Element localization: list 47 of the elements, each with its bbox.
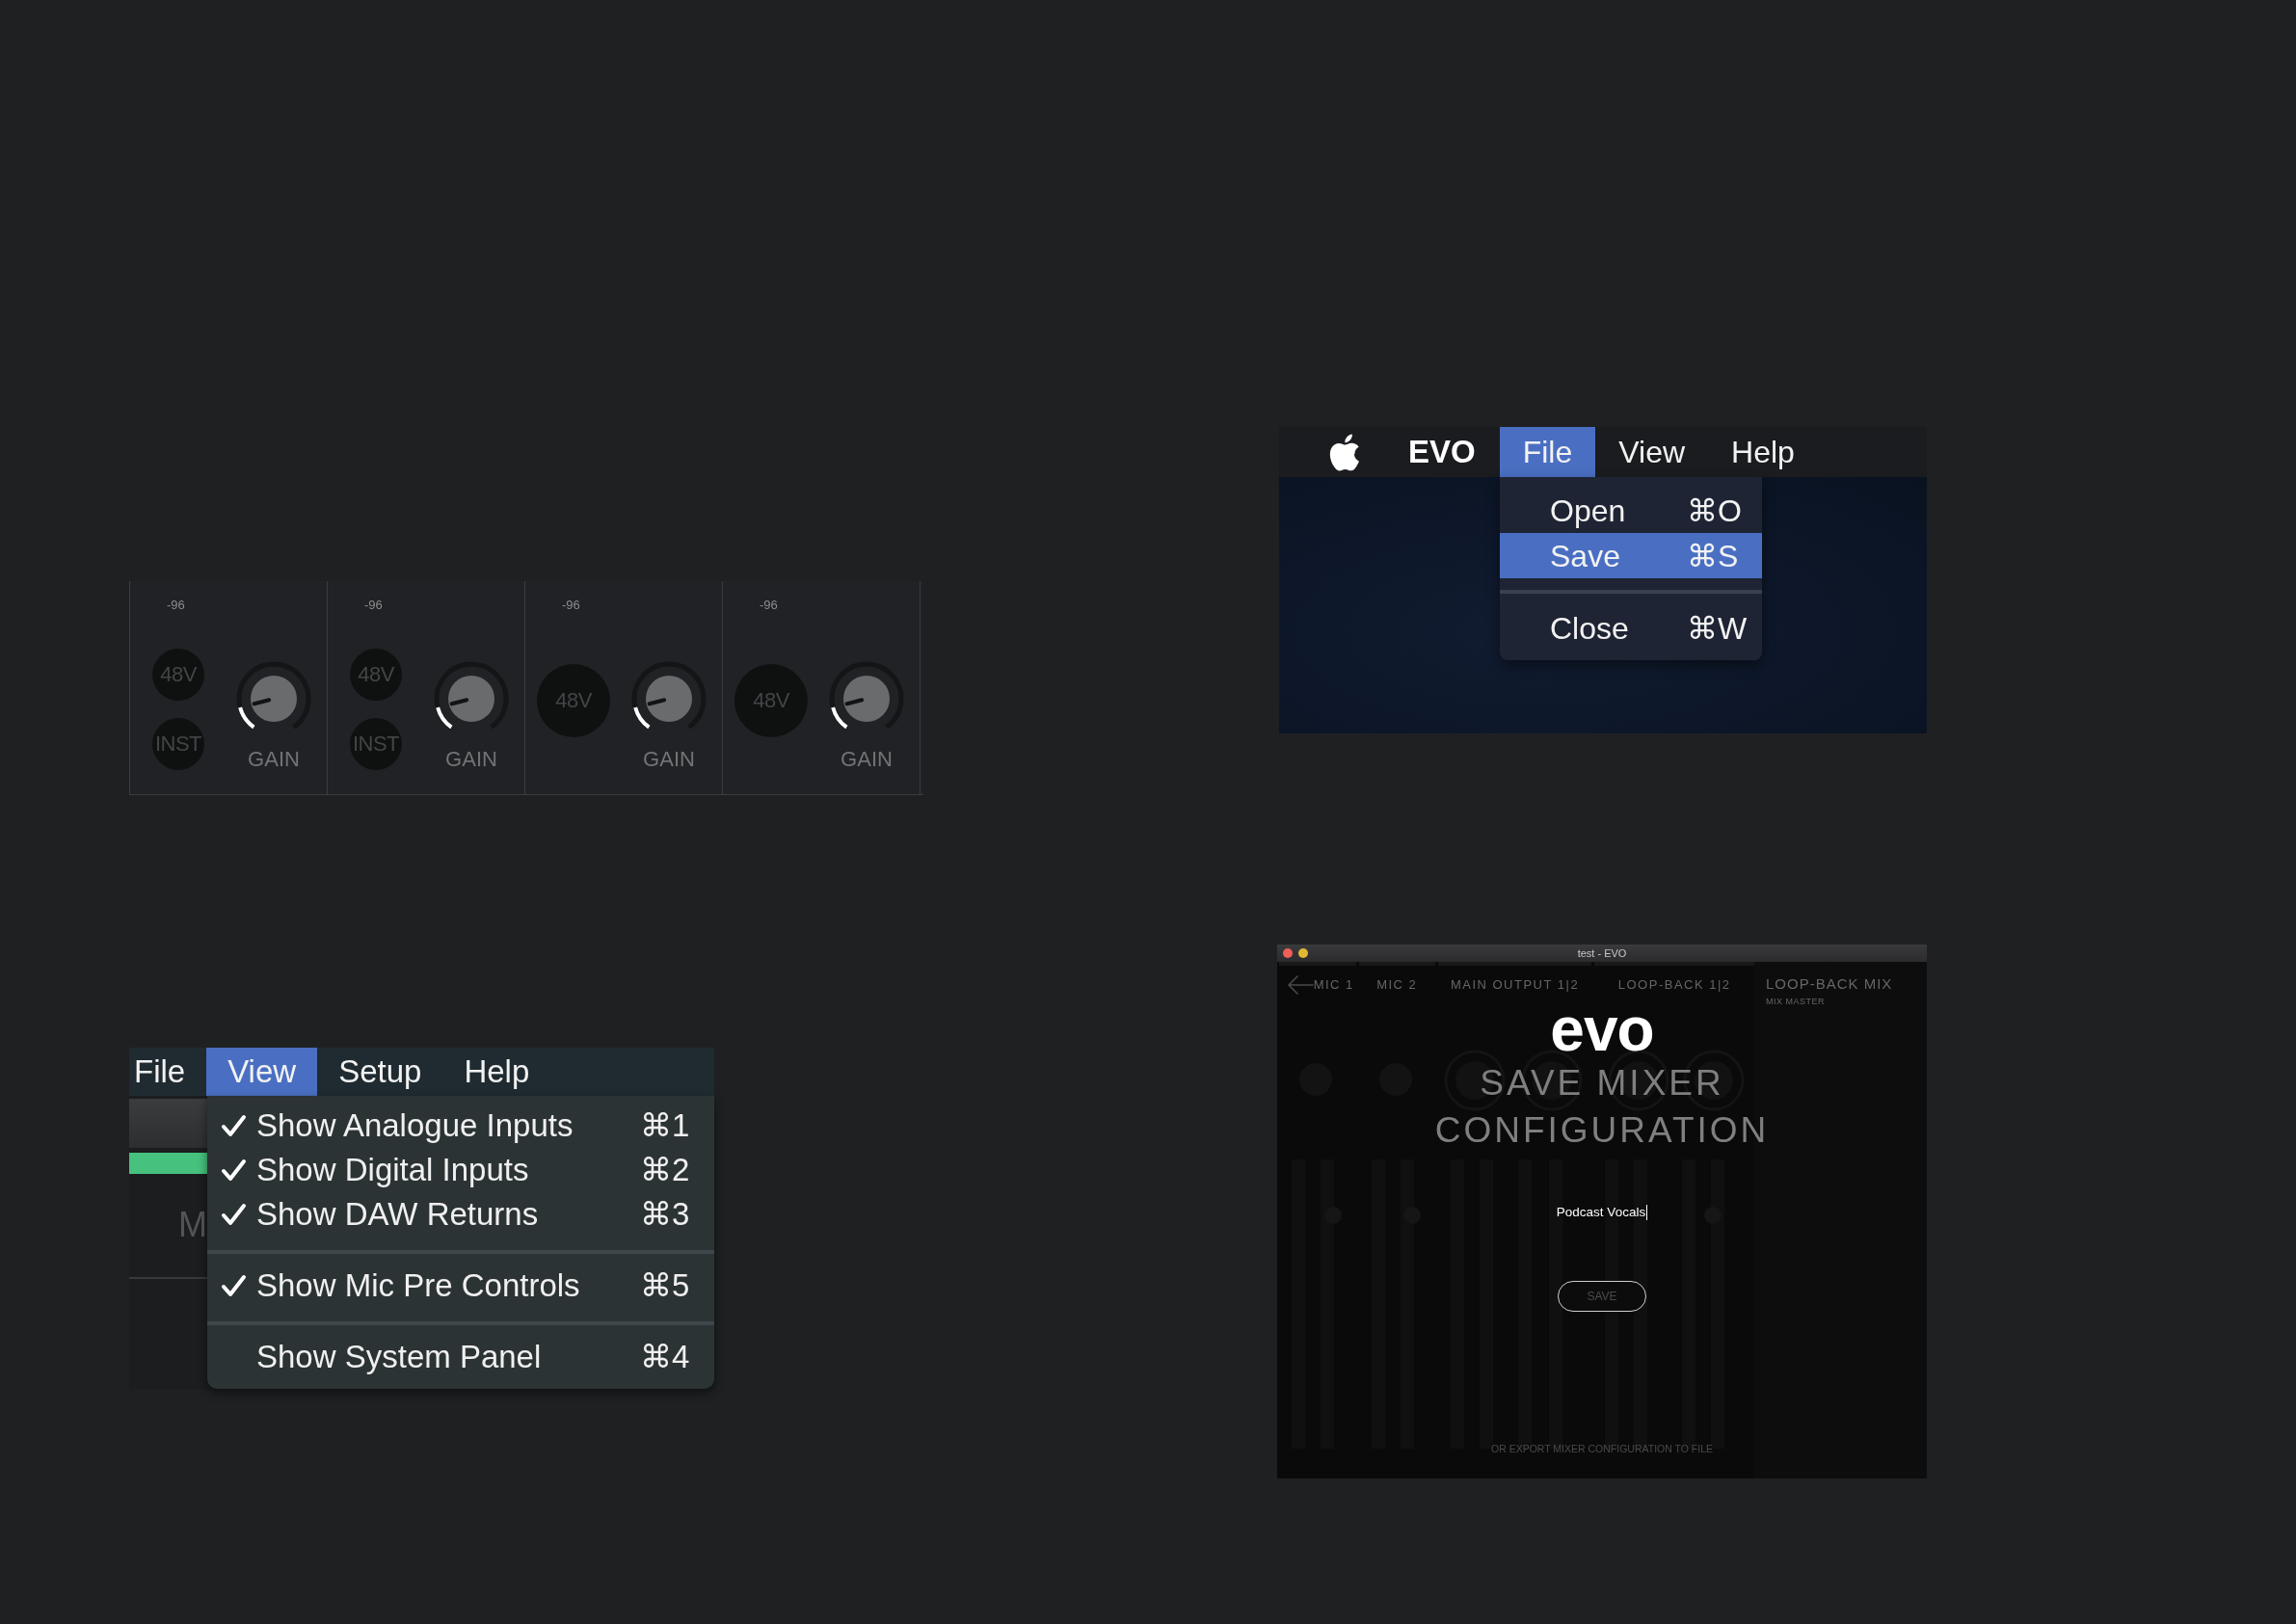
- menu-item[interactable]: Show System Panel ⌘4: [207, 1335, 714, 1379]
- meter-reading: -96: [364, 598, 383, 613]
- shortcut-text: ⌘S: [1687, 537, 1739, 575]
- menu-bar-item[interactable]: Setup: [317, 1048, 443, 1096]
- meter-reading: -96: [760, 598, 778, 613]
- menu-bar-item[interactable]: View: [1595, 427, 1709, 477]
- back-arrow-icon[interactable]: [1287, 975, 1314, 995]
- meter-reading: -96: [562, 598, 580, 613]
- partial-label: M: [178, 1208, 207, 1242]
- minimize-window-icon[interactable]: [1298, 948, 1308, 958]
- window-title: test - EVO: [1577, 946, 1627, 960]
- menu-item[interactable]: Show DAW Returns ⌘3: [207, 1192, 714, 1237]
- shortcut-text: ⌘W: [1687, 609, 1748, 648]
- shortcut-text: ⌘1: [640, 1106, 691, 1146]
- shortcut-text: ⌘O: [1687, 492, 1742, 530]
- menu-item[interactable]: Open ⌘O: [1500, 488, 1762, 533]
- panel-subtitle: MIX MASTER: [1766, 997, 1825, 1007]
- dialog-heading: SAVE MIXER CONFIGURATION: [1433, 1062, 1771, 1152]
- apple-icon[interactable]: [1327, 433, 1359, 471]
- menu-bar-item[interactable]: File: [1499, 427, 1596, 477]
- meter-reading: -96: [167, 598, 185, 613]
- shortcut-text: ⌘5: [640, 1266, 691, 1306]
- menu-bar-item[interactable]: Help: [1708, 427, 1818, 477]
- menu-bar-item[interactable]: Help: [442, 1048, 551, 1096]
- knob-label: GAIN: [643, 748, 695, 771]
- channel-label: LOOP-BACK 1|2: [1617, 977, 1731, 993]
- menu-item[interactable]: Show Mic Pre Controls ⌘5: [207, 1264, 714, 1308]
- evo-logo: evo: [1550, 1000, 1654, 1059]
- knob-label: GAIN: [248, 748, 300, 771]
- channel-label: MIC 1: [1313, 977, 1354, 993]
- knob-label: GAIN: [841, 748, 893, 771]
- menu-item[interactable]: Show Analogue Inputs ⌘1: [207, 1104, 714, 1148]
- name-input-field[interactable]: Podcast Vocals: [1496, 1199, 1708, 1226]
- close-window-icon[interactable]: [1283, 948, 1293, 958]
- shortcut-text: ⌘4: [640, 1338, 691, 1377]
- channel-label: MIC 2: [1376, 977, 1418, 993]
- shortcut-text: ⌘3: [640, 1195, 691, 1235]
- menu-bar-item[interactable]: File: [129, 1048, 207, 1096]
- menu-item[interactable]: Close ⌘W: [1500, 605, 1762, 651]
- shortcut-text: ⌘2: [640, 1151, 691, 1190]
- knob-label: GAIN: [445, 748, 497, 771]
- panel-title: LOOP-BACK MIX: [1766, 975, 1893, 993]
- channel-label: MAIN OUTPUT 1|2: [1450, 977, 1580, 993]
- menu-item[interactable]: Show Digital Inputs ⌘2: [207, 1148, 714, 1192]
- app-name-menu[interactable]: EVO: [1359, 427, 1500, 477]
- menu-item[interactable]: Save ⌘S: [1500, 533, 1762, 578]
- menu-bar-item[interactable]: View: [206, 1048, 318, 1096]
